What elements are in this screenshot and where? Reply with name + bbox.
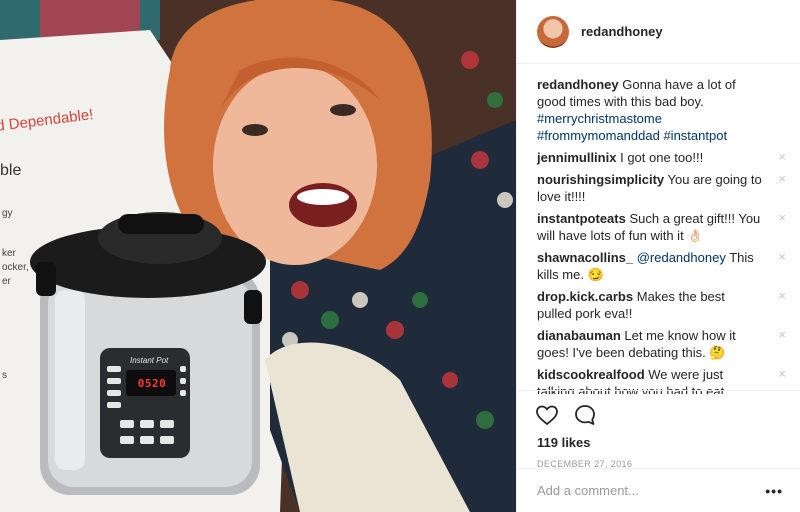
avatar[interactable] bbox=[537, 15, 569, 48]
photo-illustration bbox=[0, 0, 516, 512]
post-photo[interactable]: d Dependable! ble gy ker ocker, er s Ins… bbox=[0, 0, 516, 512]
comment-item: shawnacollins_ @redandhoney This kills m… bbox=[537, 249, 786, 283]
box-text-fragment: ocker, bbox=[2, 262, 29, 273]
heart-icon[interactable] bbox=[535, 403, 559, 427]
mention-link[interactable]: @redandhoney bbox=[637, 250, 726, 265]
remove-comment-icon[interactable]: × bbox=[778, 250, 786, 263]
post-side-panel: redandhoney redandhoney Gonna have a lot… bbox=[516, 0, 800, 512]
comment-item: jennimullinix I got one too!!! × bbox=[537, 149, 786, 166]
post-caption: redandhoney Gonna have a lot of good tim… bbox=[537, 76, 780, 144]
comment-author[interactable]: kidscookrealfood bbox=[537, 367, 645, 382]
comment-author[interactable]: nourishingsimplicity bbox=[537, 172, 664, 187]
comment-author[interactable]: jennimullinix bbox=[537, 150, 616, 165]
post-actions: 119 likes DECEMBER 27, 2016 bbox=[517, 390, 800, 469]
speech-bubble-icon[interactable] bbox=[573, 403, 597, 427]
post-username[interactable]: redandhoney bbox=[581, 24, 663, 39]
box-text-fragment: er bbox=[2, 276, 11, 287]
hashtag-link[interactable]: #instantpot bbox=[663, 128, 727, 143]
likes-count[interactable]: 119 likes bbox=[535, 435, 783, 450]
hashtag-link[interactable]: #merrychristmastome bbox=[537, 111, 662, 126]
remove-comment-icon[interactable]: × bbox=[778, 367, 786, 380]
comment-author[interactable]: shawnacollins_ bbox=[537, 250, 633, 265]
device-brand-label: Instant Pot bbox=[130, 356, 169, 365]
add-comment-bar: ••• bbox=[517, 468, 800, 512]
box-text-fragment: gy bbox=[2, 208, 13, 219]
comment-item: drop.kick.carbs Makes the best pulled po… bbox=[537, 288, 786, 322]
comment-text: I got one too!!! bbox=[620, 150, 704, 165]
action-row bbox=[535, 399, 783, 431]
box-text-fragment: s bbox=[2, 370, 7, 381]
comment-item: dianabauman Let me know how it goes! I'v… bbox=[537, 327, 786, 361]
comment-input[interactable] bbox=[537, 483, 766, 498]
remove-comment-icon[interactable]: × bbox=[778, 172, 786, 185]
post-header: redandhoney bbox=[517, 0, 800, 64]
comment-item: nourishingsimplicity You are going to lo… bbox=[537, 171, 786, 205]
box-text-fragment: ker bbox=[2, 248, 16, 259]
box-heading-fragment: ble bbox=[0, 162, 22, 179]
remove-comment-icon[interactable]: × bbox=[778, 289, 786, 302]
comment-item: instantpoteats Such a great gift!!! You … bbox=[537, 210, 786, 244]
more-options-button[interactable]: ••• bbox=[765, 483, 783, 499]
device-display-readout: 0520 bbox=[137, 377, 167, 390]
comment-author[interactable]: instantpoteats bbox=[537, 211, 626, 226]
caption-author[interactable]: redandhoney bbox=[537, 77, 619, 92]
remove-comment-icon[interactable]: × bbox=[778, 328, 786, 341]
comment-list[interactable]: redandhoney Gonna have a lot of good tim… bbox=[517, 64, 800, 394]
remove-comment-icon[interactable]: × bbox=[778, 211, 786, 224]
comment-author[interactable]: dianabauman bbox=[537, 328, 621, 343]
remove-comment-icon[interactable]: × bbox=[778, 150, 786, 163]
comment-author[interactable]: drop.kick.carbs bbox=[537, 289, 633, 304]
hashtag-link[interactable]: #frommymomanddad bbox=[537, 128, 660, 143]
